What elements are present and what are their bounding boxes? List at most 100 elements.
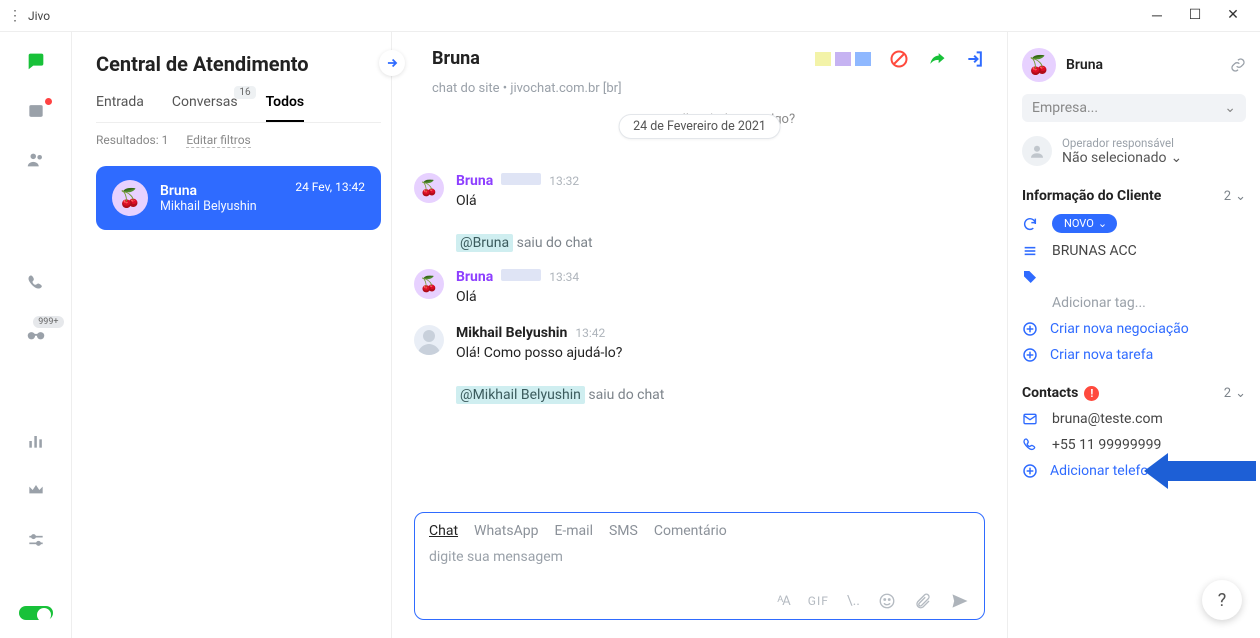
message-composer: Chat WhatsApp E-mail SMS Comentário digi… <box>414 512 985 620</box>
link-icon[interactable] <box>1230 57 1246 73</box>
rail-inbox-icon[interactable] <box>22 50 50 72</box>
channel-email[interactable]: E-mail <box>554 523 593 539</box>
message-input[interactable]: digite sua mensagem <box>429 549 970 583</box>
forward-icon[interactable] <box>927 49 947 69</box>
tab-conversas-count: 16 <box>234 86 255 99</box>
tab-todos[interactable]: Todos <box>266 94 304 122</box>
window-maximize-icon[interactable]: ☐ <box>1188 7 1202 24</box>
chat-title: Bruna <box>432 48 480 69</box>
exit-icon[interactable] <box>965 49 985 69</box>
inbox-title: Central de Atendimento <box>96 52 381 76</box>
messages-list[interactable]: posso lhe ajudar em algo? 24 de Fevereir… <box>392 108 1007 512</box>
nav-rail: 999+ <box>0 32 72 638</box>
company-select[interactable]: Empresa... ⌄ <box>1022 94 1246 122</box>
avatar: 🍒 <box>112 180 148 216</box>
quick-reply-icon[interactable]: \.. <box>847 593 860 609</box>
channel-whatsapp[interactable]: WhatsApp <box>474 523 538 539</box>
edit-filters-link[interactable]: Editar filtros <box>186 133 250 148</box>
plus-circle-icon <box>1022 463 1040 479</box>
message-time: 13:34 <box>549 270 579 284</box>
message-time: 13:42 <box>575 326 605 340</box>
event-action: saiu do chat <box>588 387 664 403</box>
translate-icon[interactable]: ᴬA <box>777 593 789 609</box>
rail-stats-icon[interactable] <box>22 431 50 452</box>
message-row: 🍒 Bruna 13:34 Olá <box>414 269 985 305</box>
rail-profile-icon[interactable] <box>22 100 50 121</box>
event-mention: @Mikhail Belyushin <box>456 386 585 404</box>
callout-arrow-icon <box>1138 451 1258 491</box>
rail-calls-icon[interactable] <box>22 273 50 294</box>
plus-circle-icon <box>1022 321 1040 337</box>
conversation-operator: Mikhail Belyushin <box>160 199 257 214</box>
phone-icon <box>1022 437 1040 453</box>
channel-comment[interactable]: Comentário <box>654 523 727 539</box>
rail-crown-icon[interactable] <box>22 480 50 501</box>
new-task-link[interactable]: Criar nova tarefa <box>1022 347 1246 363</box>
email-icon <box>1022 411 1040 427</box>
app-menu-dot: ⋮ <box>8 8 22 24</box>
operator-label: Operador responsável <box>1062 136 1182 150</box>
message-sender: Bruna <box>456 269 493 285</box>
system-event: @Mikhail Belyushin saiu do chat <box>414 381 985 421</box>
chat-panel: Bruna chat do site • jivochat.com.br [b <box>392 32 1008 638</box>
tab-entrada[interactable]: Entrada <box>96 94 144 122</box>
status-pill[interactable]: NOVO ⌄ <box>1052 214 1117 233</box>
app-title: Jivo <box>28 9 50 23</box>
rail-binoculars-icon[interactable]: 999+ <box>22 322 50 344</box>
avatar: 🍒 <box>1022 48 1056 82</box>
operator-select[interactable]: Não selecionado ⌄ <box>1062 150 1182 166</box>
rail-settings-icon[interactable] <box>22 529 50 550</box>
message-sender: Bruna <box>456 173 493 189</box>
message-row: Mikhail Belyushin 13:42 Olá! Como posso … <box>414 325 985 361</box>
rail-team-icon[interactable] <box>22 149 50 171</box>
results-label: Resultados: 1 <box>96 133 168 148</box>
system-event: @Bruna saiu do chat <box>414 229 985 269</box>
message-sender: Mikhail Belyushin <box>456 325 567 341</box>
rail-badge: 999+ <box>33 316 63 328</box>
message-text: Olá <box>456 193 579 209</box>
contacts-count: 2 ⌄ <box>1224 386 1246 401</box>
emoji-icon[interactable] <box>878 592 896 610</box>
avatar: 🍒 <box>414 269 444 299</box>
back-button[interactable] <box>379 50 405 76</box>
chat-subtitle: chat do site • jivochat.com.br [br] <box>392 77 1007 108</box>
tag-icon <box>1022 269 1040 285</box>
avatar <box>414 325 444 355</box>
tab-conversas[interactable]: Conversas 16 <box>172 94 238 122</box>
message-text: Olá <box>456 289 579 305</box>
conversation-item[interactable]: 🍒 Bruna Mikhail Belyushin 24 Fev, 13:42 <box>96 166 381 230</box>
alert-icon: ! <box>1084 386 1099 401</box>
avatar: 🍒 <box>414 173 444 203</box>
window-close-icon[interactable]: ✕ <box>1226 7 1240 24</box>
event-mention: @Bruna <box>456 234 513 252</box>
account-name: BRUNAS ACC <box>1052 243 1137 259</box>
attach-icon[interactable] <box>914 592 932 610</box>
chevron-down-icon: ⌄ <box>1224 100 1236 116</box>
contact-email[interactable]: bruna@teste.com <box>1052 411 1163 427</box>
operator-avatar-placeholder-icon <box>1022 136 1052 166</box>
help-button[interactable]: ? <box>1202 580 1242 620</box>
chevron-down-icon[interactable]: ⌄ <box>1235 386 1246 401</box>
online-toggle[interactable] <box>19 606 53 620</box>
notification-dot-icon <box>45 98 52 105</box>
block-icon[interactable] <box>889 49 909 69</box>
refresh-icon[interactable] <box>1022 216 1040 232</box>
new-deal-link[interactable]: Criar nova negociação <box>1022 321 1246 337</box>
date-separator: 24 de Fevereiro de 2021 <box>618 114 781 139</box>
message-text: Olá! Como posso ajudá-lo? <box>456 345 622 361</box>
window-minimize-icon[interactable]: ─ <box>1150 7 1164 24</box>
conversation-name: Bruna <box>160 183 257 199</box>
add-tag-link[interactable]: Adicionar tag... <box>1052 295 1146 311</box>
message-row: 🍒 Bruna 13:32 Olá <box>414 173 985 209</box>
chevron-down-icon: ⌄ <box>1170 150 1182 166</box>
chevron-down-icon[interactable]: ⌄ <box>1235 189 1246 204</box>
send-icon[interactable] <box>950 591 970 611</box>
channel-chat[interactable]: Chat <box>429 523 458 539</box>
list-icon <box>1022 243 1040 259</box>
channel-sms[interactable]: SMS <box>609 523 638 539</box>
gif-icon[interactable]: GIF <box>808 594 829 608</box>
sender-badge <box>501 269 541 281</box>
window-titlebar: ⋮ Jivo ─ ☐ ✕ <box>0 0 1260 32</box>
client-info-header: Informação do Cliente <box>1022 188 1161 204</box>
inbox-panel: Central de Atendimento Entrada Conversas… <box>72 32 392 638</box>
